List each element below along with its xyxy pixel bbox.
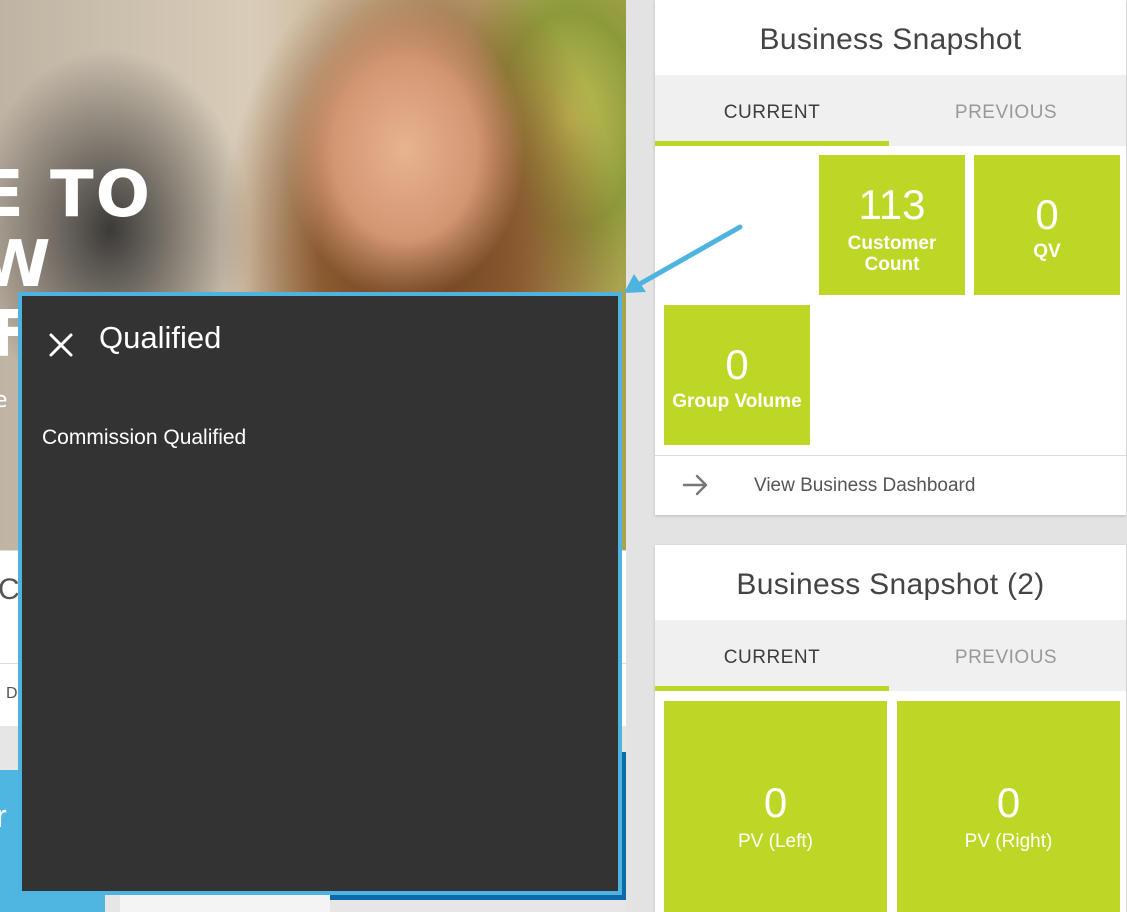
tile-label: QV	[1033, 241, 1061, 262]
tile-value: 0	[725, 341, 749, 388]
qualified-popup: Qualified Commission Qualified	[18, 292, 622, 895]
tile-value: 0	[1035, 191, 1059, 238]
popup-body-text: Commission Qualified	[42, 426, 247, 449]
view-business-dashboard-label: View Business Dashboard	[754, 475, 976, 496]
close-icon[interactable]	[46, 330, 76, 360]
card-title: Business Snapshot (2)	[736, 568, 1045, 601]
tab-previous[interactable]: PREVIOUS	[889, 620, 1123, 691]
tab-current[interactable]: CURRENT	[655, 620, 889, 691]
tile-label: Group Volume	[672, 391, 802, 412]
hero-subtext: e	[0, 388, 10, 413]
tab-current[interactable]: CURRENT	[655, 75, 889, 146]
pv-right-tile[interactable]: 0 PV (Right)	[897, 701, 1120, 912]
card-title: Business Snapshot	[759, 23, 1022, 56]
pv-left-tile[interactable]: 0 PV (Left)	[664, 701, 887, 912]
tile-label-line2: Count	[864, 254, 920, 275]
tile-label: Customer	[847, 233, 937, 254]
business-snapshot-2-card: Business Snapshot (2) CURRENT PREVIOUS 0…	[655, 545, 1126, 912]
view-business-dashboard-link[interactable]: View Business Dashboard	[655, 455, 1126, 516]
left-card-subtext: D	[6, 685, 18, 702]
tile-label: PV (Right)	[964, 831, 1053, 852]
snapshot-tabs: CURRENT PREVIOUS	[655, 620, 1126, 691]
customer-count-tile[interactable]: 113 Customer Count	[819, 155, 965, 295]
left-card-title: C	[0, 573, 20, 606]
popup-title: Qualified	[99, 320, 222, 355]
snapshot-tabs: CURRENT PREVIOUS	[655, 75, 1126, 146]
tile-label: PV (Left)	[738, 831, 813, 852]
tile-value: 0	[763, 779, 788, 826]
callout-arrow-icon	[624, 224, 743, 293]
tab-previous[interactable]: PREVIOUS	[889, 75, 1123, 146]
left-blue-button-label: r	[0, 798, 7, 834]
group-volume-tile[interactable]: 0 Group Volume	[664, 305, 810, 445]
tile-value: 113	[858, 181, 926, 228]
arrow-right-icon	[682, 474, 708, 496]
hero-headline-line1: E TO	[0, 158, 153, 232]
hero-headline-line2: W	[0, 228, 53, 302]
qv-tile[interactable]: 0 QV	[974, 155, 1120, 295]
tile-value: 0	[996, 779, 1021, 826]
